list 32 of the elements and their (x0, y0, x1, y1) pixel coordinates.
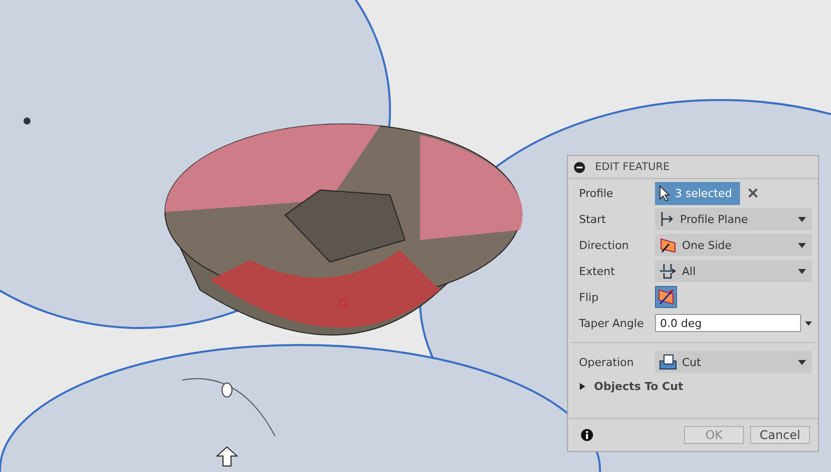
caret-icon (798, 242, 806, 248)
expand-icon (579, 382, 586, 390)
caret-icon (798, 360, 806, 364)
extent-all-icon (659, 263, 677, 279)
flip-button[interactable] (655, 286, 677, 308)
caret-icon (805, 320, 812, 326)
caret-icon (798, 268, 806, 274)
cursor-icon (659, 185, 671, 201)
point-icon (24, 118, 30, 124)
cut-icon (659, 354, 677, 370)
dropdown-field[interactable]: All (655, 260, 812, 282)
collapse-icon[interactable] (574, 162, 585, 172)
field-label: Extent (579, 264, 616, 278)
field-label: Flip (579, 290, 600, 304)
dropdown-field[interactable]: Profile Plane (655, 208, 812, 230)
field-label: Start (579, 212, 607, 226)
start-plane-icon (659, 211, 675, 227)
field-label: Direction (579, 238, 630, 252)
objects-group-toggle[interactable]: Objects To Cut (568, 377, 818, 395)
field-label: Profile (579, 186, 614, 200)
info-icon[interactable] (581, 429, 593, 441)
caret-icon (798, 216, 806, 222)
field-label: Operation (579, 356, 635, 368)
dialog-button[interactable]: Cancel (750, 426, 810, 444)
field-label: Taper Angle (579, 316, 645, 330)
flip-icon (657, 288, 675, 306)
dropdown-field[interactable]: One Side (655, 234, 812, 256)
one-side-icon (659, 237, 677, 253)
dropdown-field[interactable]: Cut (655, 351, 812, 373)
arrow-handle-icon (216, 446, 238, 466)
panel-title: EDIT FEATURE (595, 161, 670, 173)
input-field[interactable]: 0.0 deg (655, 314, 801, 332)
